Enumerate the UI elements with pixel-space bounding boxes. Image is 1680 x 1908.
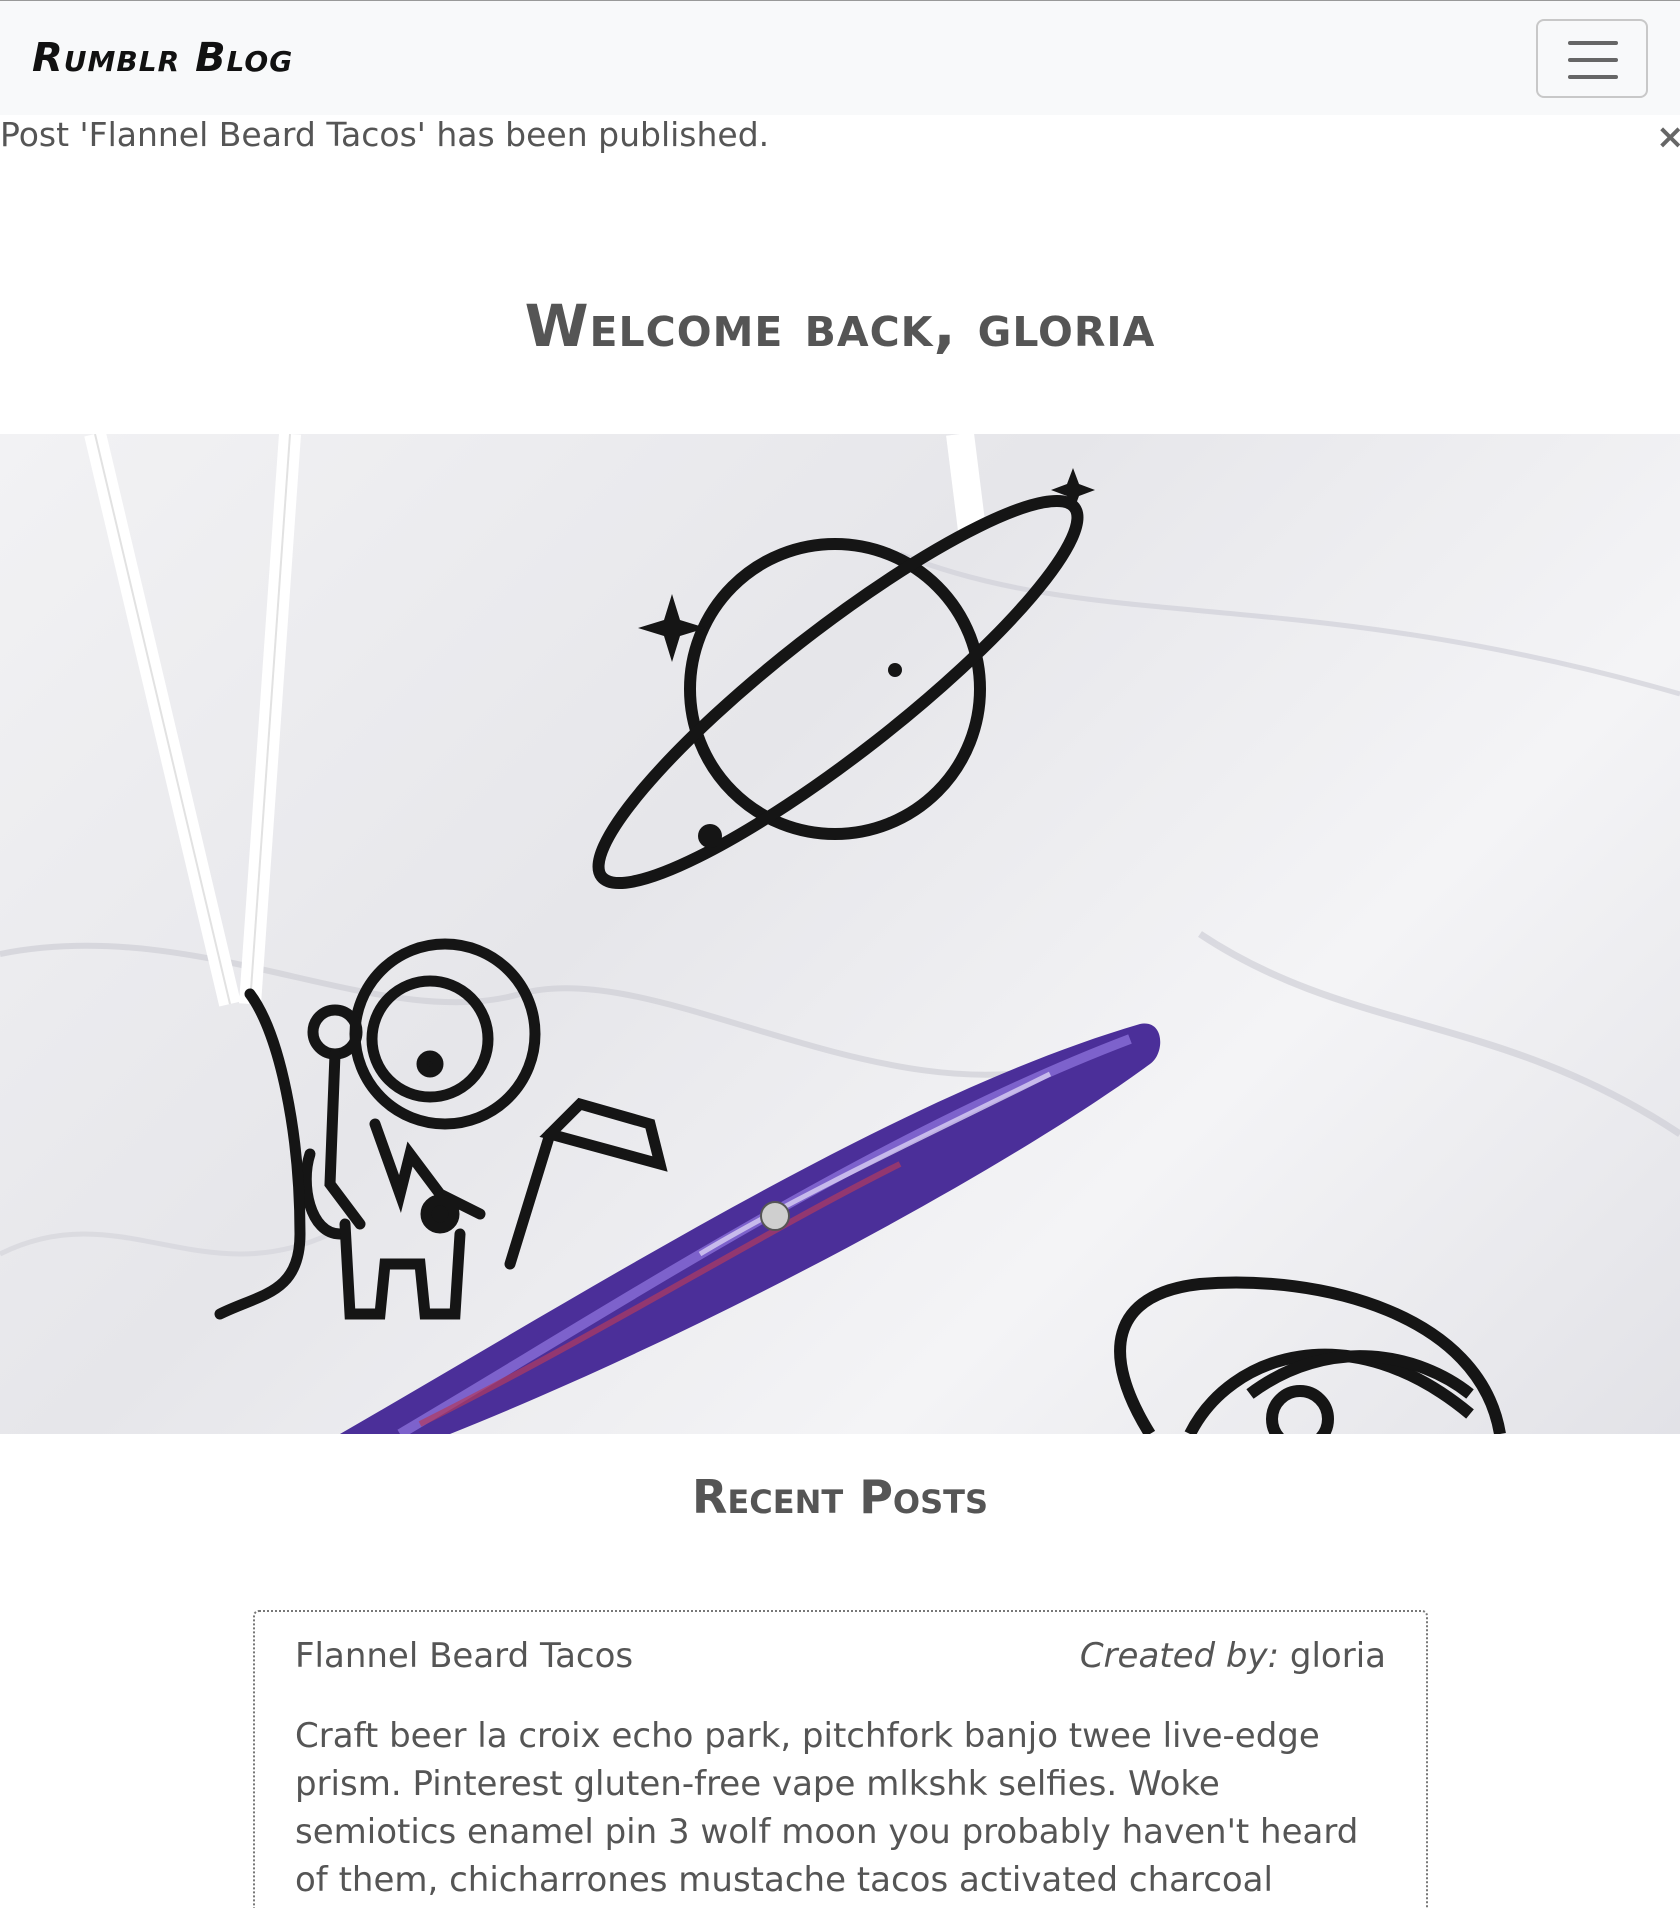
- hamburger-bar: [1568, 75, 1618, 79]
- hamburger-bar: [1568, 58, 1618, 62]
- flash-message: Post 'Flannel Beard Tacos' has been publ…: [0, 115, 770, 154]
- post-card: Flannel Beard Tacos Created by: gloria C…: [253, 1610, 1428, 1908]
- navbar: Rumblr Blog: [0, 0, 1680, 115]
- post-body: Craft beer la croix echo park, pitchfork…: [295, 1716, 1359, 1900]
- author-name: gloria: [1289, 1636, 1386, 1676]
- hamburger-menu-icon[interactable]: [1536, 19, 1648, 98]
- created-by-label: Created by:: [1079, 1636, 1280, 1676]
- welcome-heading: Welcome back, gloria: [524, 292, 1156, 360]
- hero-image: [0, 434, 1680, 1434]
- close-icon[interactable]: ×: [1656, 117, 1680, 157]
- flash-alert: Post 'Flannel Beard Tacos' has been publ…: [0, 115, 1680, 157]
- hamburger-bar: [1568, 41, 1618, 45]
- brand-link[interactable]: Rumblr Blog: [32, 35, 293, 81]
- hero-illustration: [0, 434, 1680, 1434]
- post-author: Created by: gloria: [1080, 1636, 1386, 1676]
- post-title[interactable]: Flannel Beard Tacos: [295, 1636, 633, 1676]
- planet-icon: [592, 468, 1095, 890]
- planet-icon: [1114, 1276, 1506, 1434]
- recent-posts-heading: Recent Posts: [691, 1470, 989, 1524]
